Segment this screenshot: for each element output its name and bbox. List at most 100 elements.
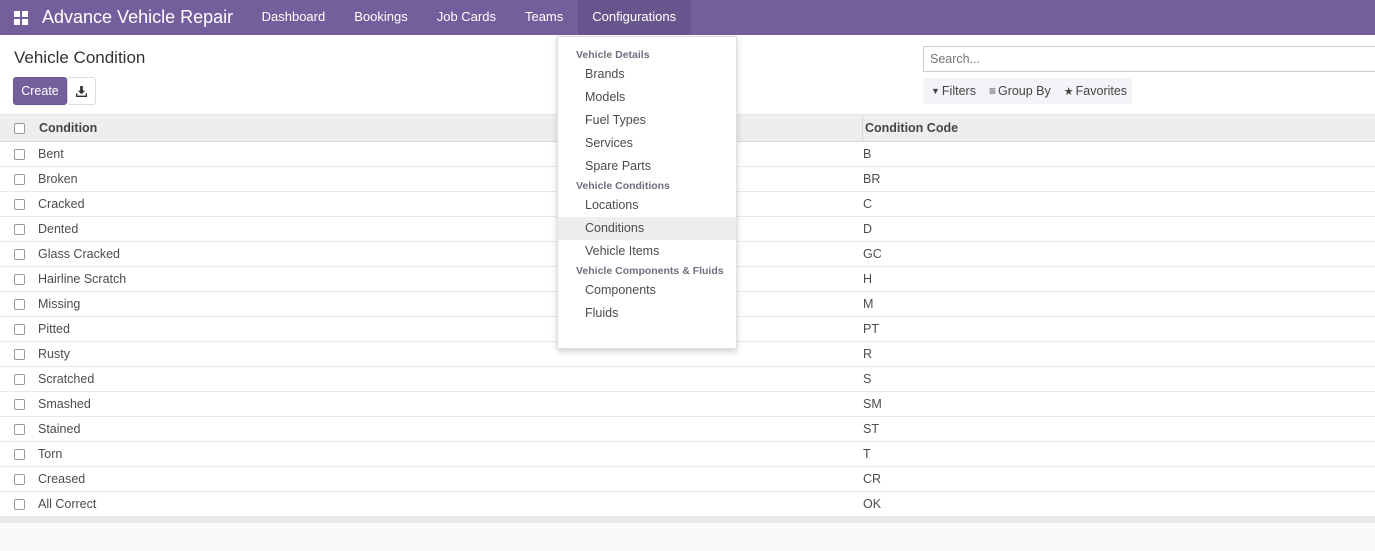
condition-name: Broken [38,172,78,186]
apps-menu-icon[interactable] [0,0,42,35]
condition-name: Bent [38,147,64,161]
search-options: ▼ Filters ≡ Group By ★ Favorites [923,78,1133,104]
select-all-checkbox[interactable] [13,122,25,134]
row-checkbox[interactable] [13,423,25,435]
condition-code: D [863,222,873,236]
filters-label: Filters [941,84,976,98]
row-checkbox[interactable] [13,248,25,260]
row-checkbox-cell[interactable] [0,248,38,260]
favorites-button[interactable]: ★ Favorites [1056,78,1132,104]
row-checkbox-cell[interactable] [0,273,38,285]
table-row[interactable]: Smashed SM [0,392,1375,417]
condition-code: S [863,372,872,386]
condition-name: All Correct [38,497,97,511]
row-checkbox[interactable] [13,448,25,460]
app-title[interactable]: Advance Vehicle Repair [42,0,233,35]
table-row[interactable]: Torn T [0,442,1375,467]
dropdown-item-fuel-types[interactable]: Fuel Types [558,109,736,132]
row-checkbox[interactable] [13,298,25,310]
row-checkbox-cell[interactable] [0,448,38,460]
dropdown-item-models[interactable]: Models [558,86,736,109]
condition-code: BR [863,172,881,186]
table-row[interactable]: Scratched S [0,367,1375,392]
row-checkbox-cell[interactable] [0,498,38,510]
row-checkbox-cell[interactable] [0,348,38,360]
row-checkbox-cell[interactable] [0,148,38,160]
row-checkbox-cell[interactable] [0,223,38,235]
nav-dashboard[interactable]: Dashboard [247,0,340,35]
condition-code: CR [863,472,882,486]
dropdown-item-vehicle-items[interactable]: Vehicle Items [558,240,736,263]
row-checkbox[interactable] [13,148,25,160]
row-checkbox[interactable] [13,498,25,510]
condition-name: Stained [38,422,81,436]
row-checkbox[interactable] [13,473,25,485]
row-checkbox[interactable] [13,373,25,385]
nav-configurations[interactable]: Configurations [577,0,691,35]
download-button[interactable] [67,77,96,105]
condition-code: GC [863,247,882,261]
row-checkbox[interactable] [13,348,25,360]
row-checkbox-cell[interactable] [0,423,38,435]
select-all-checkbox-cell[interactable] [0,122,38,134]
page-title: Vehicle Condition [14,48,146,67]
dropdown-item-spare-parts[interactable]: Spare Parts [558,155,736,178]
nav-bookings[interactable]: Bookings [340,0,422,35]
table-row[interactable]: Creased CR [0,467,1375,492]
condition-name: Glass Cracked [38,247,120,261]
dropdown-item-components[interactable]: Components [558,279,736,302]
dropdown-item-fluids[interactable]: Fluids [558,302,736,325]
column-condition[interactable]: Condition [38,121,862,135]
condition-code: M [863,297,874,311]
row-checkbox-cell[interactable] [0,473,38,485]
configurations-dropdown: Vehicle Details Brands Models Fuel Types Ser… [557,36,737,349]
condition-name: Smashed [38,397,91,411]
row-checkbox-cell[interactable] [0,298,38,310]
column-condition-code[interactable]: Condition Code [862,114,1375,142]
condition-code: T [863,447,871,461]
condition-name: Missing [38,297,81,311]
row-checkbox-cell[interactable] [0,198,38,210]
row-checkbox[interactable] [13,323,25,335]
row-checkbox-cell[interactable] [0,398,38,410]
row-checkbox[interactable] [13,273,25,285]
row-checkbox-cell[interactable] [0,323,38,335]
condition-code: R [863,347,873,361]
nav-job-cards[interactable]: Job Cards [422,0,510,35]
condition-code: C [863,197,873,211]
top-navbar: Advance Vehicle Repair Dashboard Booking… [0,0,1375,35]
condition-code: B [863,147,872,161]
row-checkbox[interactable] [13,198,25,210]
table-row[interactable]: Stained ST [0,417,1375,442]
row-checkbox[interactable] [13,398,25,410]
dropdown-section-header: Vehicle Details [576,49,650,61]
row-checkbox-cell[interactable] [0,173,38,185]
condition-code: ST [863,422,879,436]
nav-teams[interactable]: Teams [510,0,577,35]
condition-name: Cracked [38,197,85,211]
star-icon: ★ [1063,85,1074,98]
row-checkbox[interactable] [13,223,25,235]
dropdown-item-conditions[interactable]: Conditions [558,217,736,240]
table-row[interactable]: All Correct OK [0,492,1375,517]
filter-icon: ▼ [931,86,940,96]
dropdown-item-brands[interactable]: Brands [558,63,736,86]
row-checkbox-cell[interactable] [0,373,38,385]
condition-name: Rusty [38,347,70,361]
dropdown-item-locations[interactable]: Locations [558,194,736,217]
dropdown-section-header: Vehicle Components & Fluids [576,265,724,277]
bars-icon: ≡ [988,84,996,98]
filters-button[interactable]: ▼ Filters [923,78,981,104]
create-button[interactable]: Create [13,77,67,105]
condition-name: Scratched [38,372,95,386]
condition-name: Creased [38,472,86,486]
dropdown-item-services[interactable]: Services [558,132,736,155]
favorites-label: Favorites [1075,84,1128,98]
group-by-button[interactable]: ≡ Group By [981,78,1056,104]
search-input[interactable] [923,46,1375,72]
condition-name: Pitted [38,322,70,336]
download-icon [76,85,87,97]
condition-code: SM [863,397,882,411]
condition-name: Hairline Scratch [38,272,127,286]
row-checkbox[interactable] [13,173,25,185]
